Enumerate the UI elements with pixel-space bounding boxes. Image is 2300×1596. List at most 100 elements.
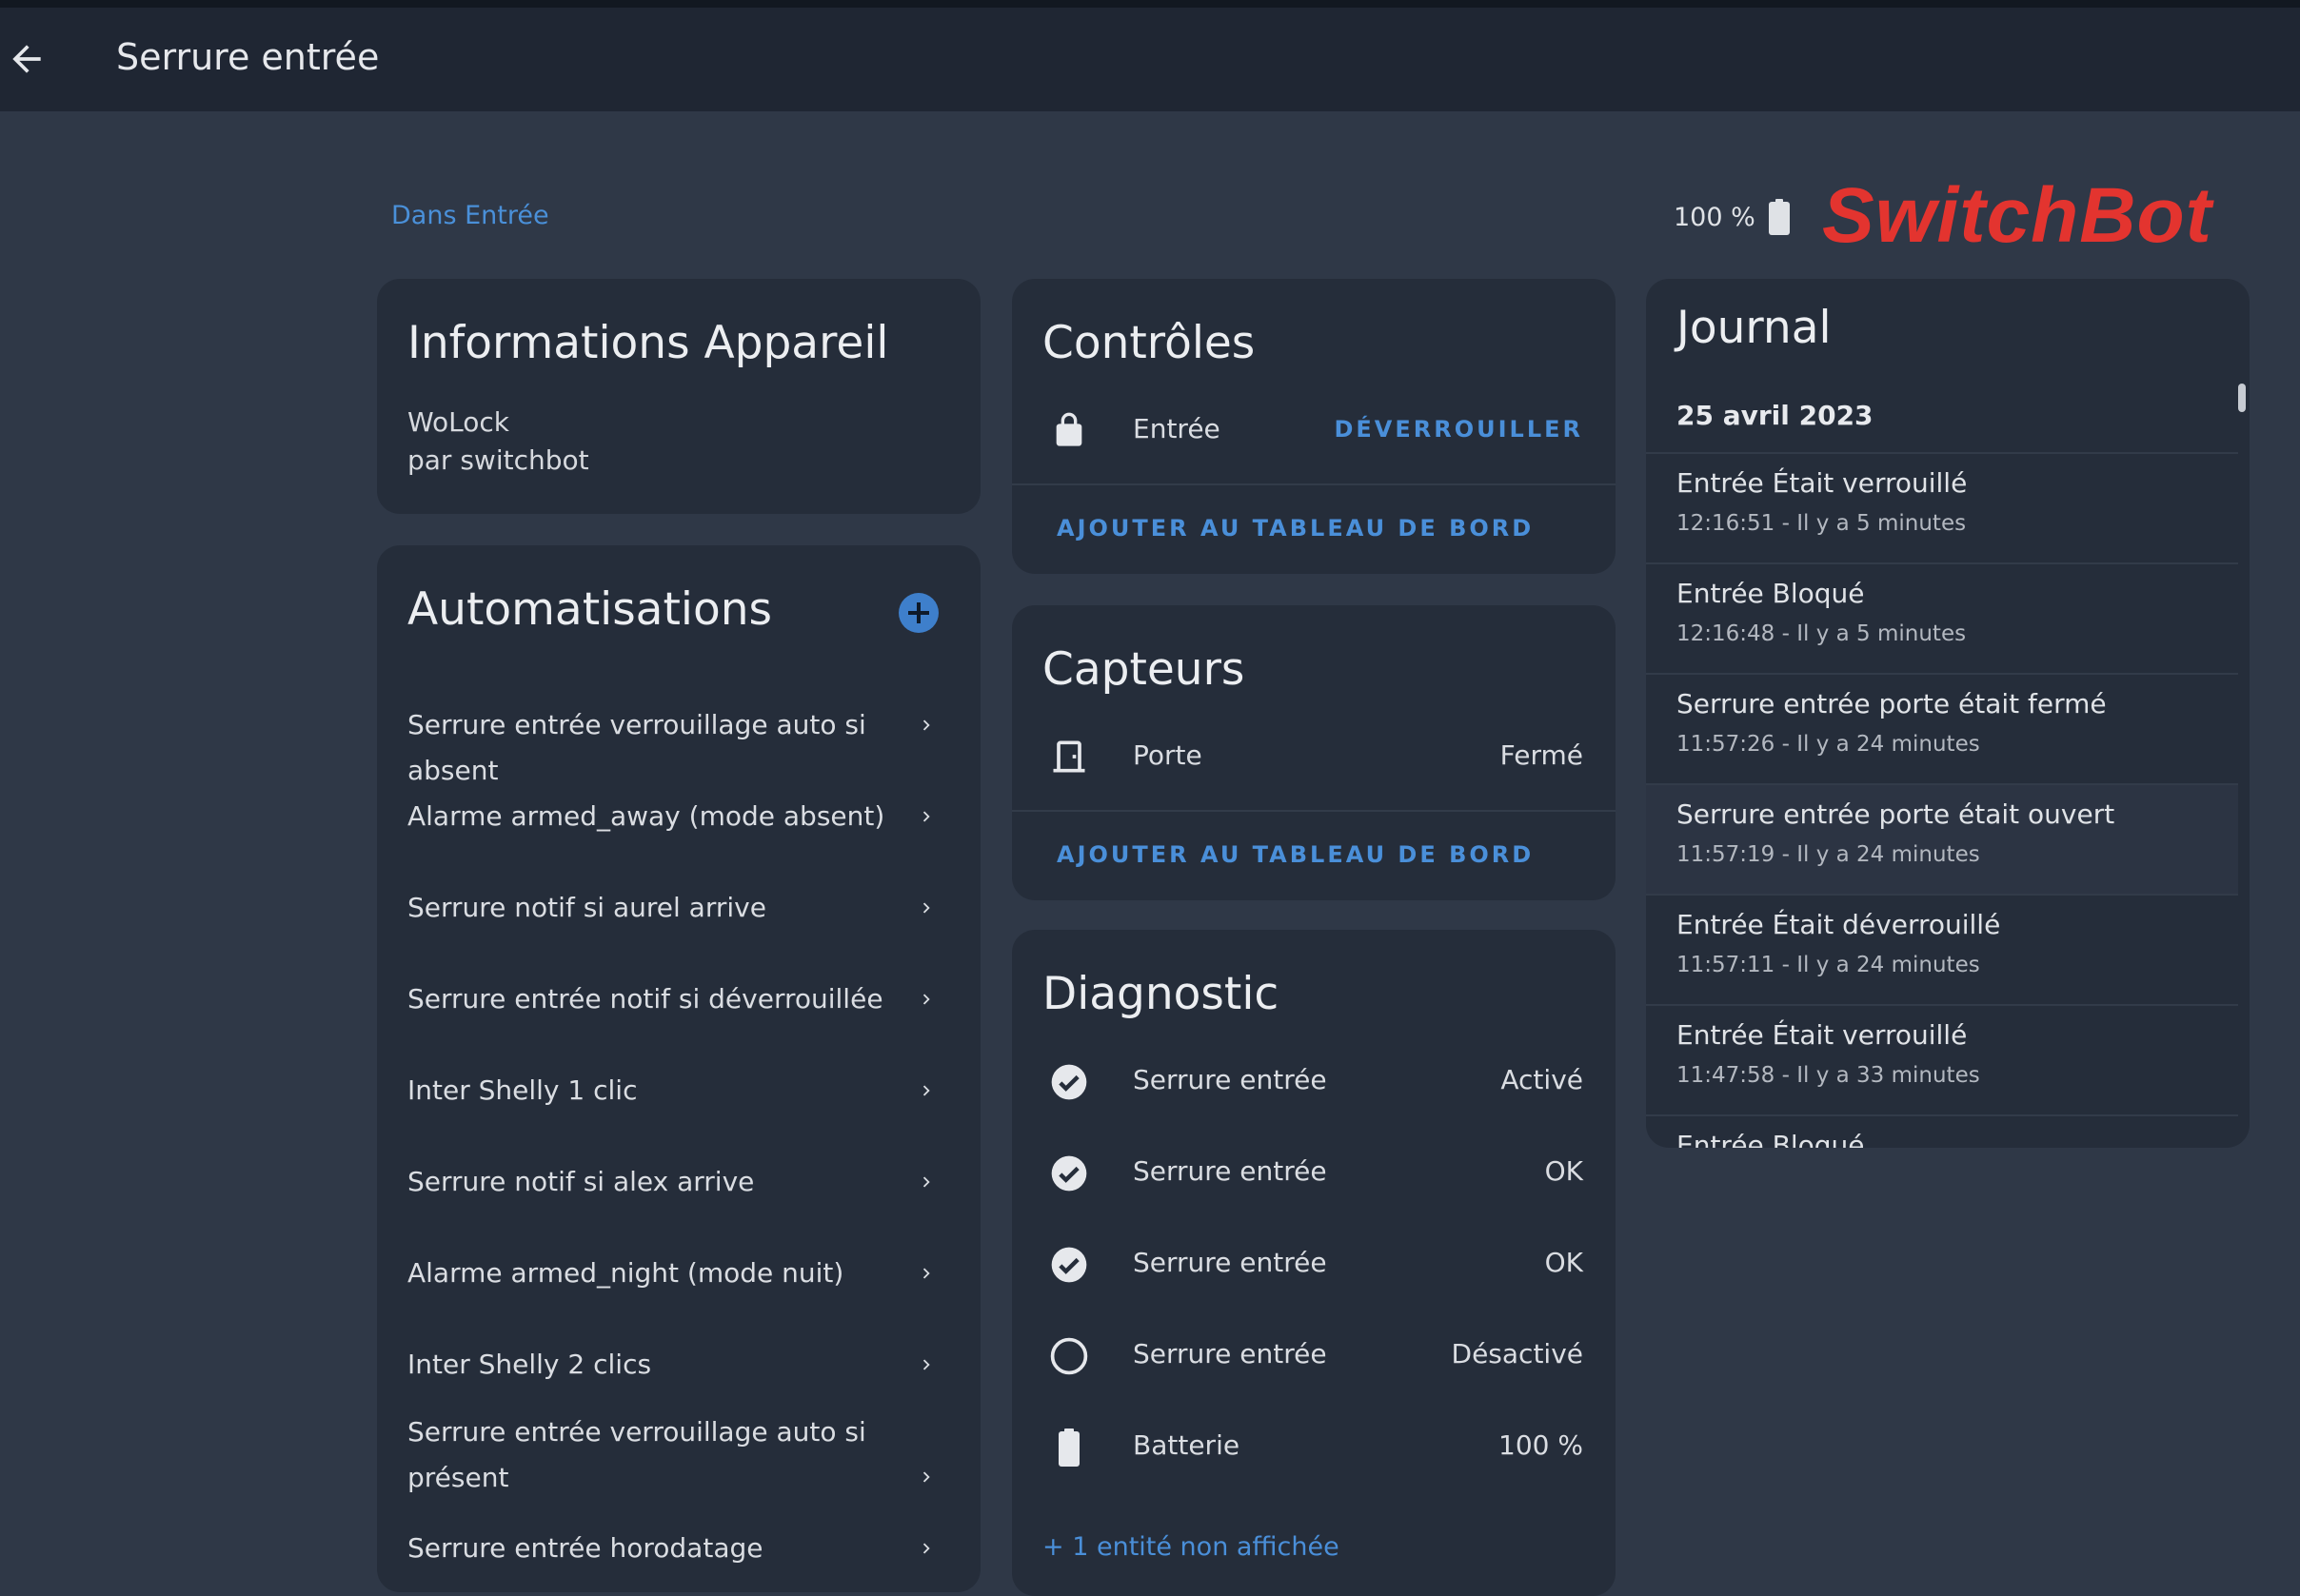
- automation-label: Inter Shelly 2 clics: [407, 1349, 652, 1380]
- diagnostic-row-value: Désactivé: [1451, 1338, 1583, 1369]
- divider: [1012, 810, 1616, 812]
- back-button[interactable]: [6, 38, 48, 80]
- journal-entry-title: Entrée Était verrouillé: [1676, 467, 1968, 499]
- automations-card: Automatisations Serrure entrée verrouill…: [377, 545, 981, 1592]
- switchbot-logo: SwitchBot: [1822, 172, 2212, 259]
- automation-item[interactable]: Alarme armed_night (mode nuit): [377, 1251, 981, 1342]
- add-to-dashboard-button[interactable]: AJOUTER AU TABLEAU DE BORD: [1057, 841, 1534, 868]
- unlock-button[interactable]: DÉVERROUILLER: [1334, 416, 1583, 443]
- device-model: WoLock: [407, 406, 510, 438]
- chevron-right-icon: [922, 719, 930, 731]
- check-circle-icon: [1042, 1055, 1096, 1109]
- battery-full-icon: [1768, 199, 1790, 235]
- diagnostic-row-label: Serrure entrée: [1133, 1338, 1327, 1369]
- journal-entry-title: Entrée Bloqué: [1676, 578, 1865, 609]
- controls-title: Contrôles: [1042, 317, 1256, 369]
- automation-item[interactable]: Serrure entrée verrouillage auto si prés…: [377, 1409, 981, 1524]
- journal-entry-title: Entrée Était déverrouillé: [1676, 909, 2001, 940]
- automation-item[interactable]: Serrure entrée verrouillage auto si abse…: [377, 702, 981, 794]
- page-title: Serrure entrée: [116, 36, 380, 78]
- automation-item[interactable]: Serrure entrée notif si déverrouillée: [377, 976, 981, 1068]
- journal-entry-time: 11:57:11 - Il y a 24 minutes: [1676, 953, 1980, 977]
- automation-label: Serrure entrée horodatage: [407, 1532, 763, 1564]
- door-entity-value: Fermé: [1499, 739, 1583, 771]
- door-closed-icon: [1042, 730, 1096, 783]
- divider: [1012, 483, 1616, 485]
- automation-item[interactable]: Serrure notif si aurel arrive: [377, 885, 981, 976]
- automation-item[interactable]: Inter Shelly 1 clic: [377, 1068, 981, 1159]
- automation-label: Alarme armed_night (mode nuit): [407, 1257, 844, 1289]
- battery-indicator: 100 %: [1674, 199, 1790, 235]
- lock-icon[interactable]: [1042, 404, 1096, 457]
- chevron-right-icon: [922, 1471, 930, 1483]
- battery-level: 100 %: [1674, 202, 1755, 232]
- scrollbar-thumb[interactable]: [2238, 384, 2246, 412]
- device-manufacturer: par switchbot: [407, 444, 589, 476]
- journal-entry[interactable]: Entrée Était déverrouillé 11:57:11 - Il …: [1646, 894, 2238, 1004]
- door-entity-label: Porte: [1133, 739, 1202, 771]
- chevron-right-icon: [922, 1176, 930, 1188]
- diagnostic-row-label: Serrure entrée: [1133, 1155, 1327, 1187]
- journal-entry[interactable]: Entrée Était verrouillé 11:47:58 - Il y …: [1646, 1004, 2238, 1114]
- diagnostic-row-label: Serrure entrée: [1133, 1247, 1327, 1278]
- add-to-dashboard-button[interactable]: AJOUTER AU TABLEAU DE BORD: [1057, 515, 1534, 542]
- journal-entry-title: Serrure entrée porte était fermé: [1676, 688, 2107, 719]
- device-info-title: Informations Appareil: [407, 317, 889, 369]
- diagnostic-row-value: OK: [1544, 1155, 1583, 1187]
- battery-icon: [1042, 1421, 1096, 1474]
- controls-card: Contrôles Entrée DÉVERROUILLER AJOUTER A…: [1012, 279, 1616, 574]
- automation-label: Serrure notif si alex arrive: [407, 1166, 755, 1197]
- journal-entry-time: 12:16:48 - Il y a 5 minutes: [1676, 621, 1967, 646]
- circle-outline-icon: [1042, 1330, 1096, 1383]
- automation-label: Serrure entrée verrouillage auto si prés…: [407, 1416, 866, 1493]
- diagnostic-row-value: Activé: [1500, 1064, 1583, 1095]
- diagnostic-row-value: OK: [1544, 1247, 1583, 1278]
- chevron-right-icon: [922, 1085, 930, 1096]
- journal-entry[interactable]: Entrée Bloqué 12:16:48 - Il y a 5 minute…: [1646, 562, 2238, 673]
- chevron-right-icon: [922, 994, 930, 1005]
- sensors-card: Capteurs Porte Fermé AJOUTER AU TABLEAU …: [1012, 605, 1616, 900]
- journal-entry[interactable]: Entrée Bloqué: [1646, 1114, 2238, 1148]
- automations-title: Automatisations: [407, 583, 772, 636]
- automation-label: Alarme armed_away (mode absent): [407, 800, 885, 832]
- diagnostic-title: Diagnostic: [1042, 968, 1279, 1020]
- chevron-right-icon: [922, 902, 930, 914]
- show-hidden-entities-link[interactable]: + 1 entité non affichée: [1042, 1532, 1339, 1562]
- chevron-right-icon: [922, 1268, 930, 1279]
- automation-label: Serrure entrée verrouillage auto si abse…: [407, 709, 866, 786]
- area-breadcrumb[interactable]: Dans Entrée: [391, 201, 549, 230]
- automation-label: Serrure notif si aurel arrive: [407, 892, 766, 923]
- lock-entity-label: Entrée: [1133, 413, 1220, 444]
- diagnostic-row-label: Batterie: [1133, 1429, 1240, 1461]
- arrow-left-icon: [12, 45, 41, 73]
- journal-entry-title: Serrure entrée porte était ouvert: [1676, 798, 2115, 830]
- journal-entry-time: 11:57:19 - Il y a 24 minutes: [1676, 842, 1980, 867]
- check-circle-icon: [1042, 1147, 1096, 1200]
- journal-entry[interactable]: Serrure entrée porte était fermé 11:57:2…: [1646, 673, 2238, 783]
- journal-date: 25 avril 2023: [1676, 400, 1874, 431]
- automation-item[interactable]: Serrure entrée horodatage: [377, 1526, 981, 1583]
- top-strip: [0, 0, 2300, 8]
- journal-card: Journal 25 avril 2023 Entrée Était verro…: [1646, 279, 2250, 1148]
- sensors-title: Capteurs: [1042, 643, 1245, 696]
- chevron-right-icon: [922, 1359, 930, 1370]
- device-info-card: Informations Appareil WoLock par switchb…: [377, 279, 981, 514]
- journal-entry-title: Entrée Était verrouillé: [1676, 1019, 1968, 1051]
- journal-title: Journal: [1676, 302, 1832, 354]
- add-automation-button[interactable]: [899, 593, 939, 633]
- journal-entry[interactable]: Entrée Était verrouillé 12:16:51 - Il y …: [1646, 452, 2238, 562]
- automation-item[interactable]: Alarme armed_away (mode absent): [377, 794, 981, 885]
- journal-entry-title: Entrée Bloqué: [1676, 1130, 1865, 1148]
- journal-entry-time: 11:57:26 - Il y a 24 minutes: [1676, 732, 1980, 757]
- diagnostic-card: Diagnostic Serrure entrée Activé Serrure…: [1012, 930, 1616, 1596]
- diagnostic-row-value: 100 %: [1498, 1429, 1583, 1461]
- automation-label: Serrure entrée notif si déverrouillée: [407, 983, 883, 1015]
- journal-entry-time: 11:47:58 - Il y a 33 minutes: [1676, 1063, 1980, 1088]
- check-circle-icon: [1042, 1238, 1096, 1291]
- automation-label: Inter Shelly 1 clic: [407, 1074, 638, 1106]
- chevron-right-icon: [922, 811, 930, 822]
- journal-entry-time: 12:16:51 - Il y a 5 minutes: [1676, 511, 1967, 536]
- journal-entry[interactable]: Serrure entrée porte était ouvert 11:57:…: [1646, 783, 2238, 894]
- diagnostic-row-label: Serrure entrée: [1133, 1064, 1327, 1095]
- automation-item[interactable]: Serrure notif si alex arrive: [377, 1159, 981, 1251]
